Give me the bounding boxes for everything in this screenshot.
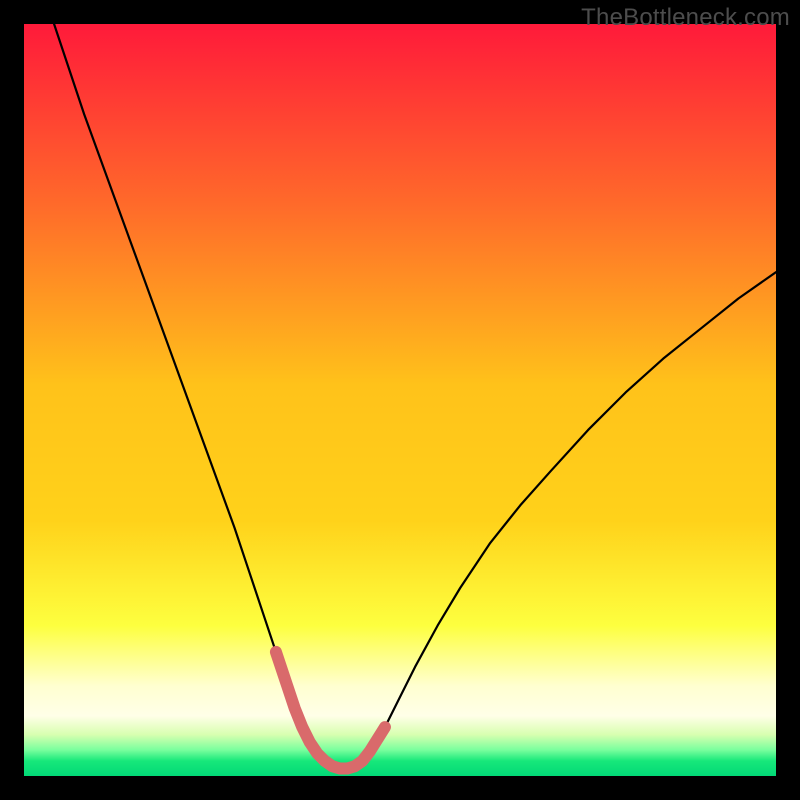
watermark-text: TheBottleneck.com bbox=[581, 4, 790, 32]
chart-background-gradient bbox=[24, 24, 776, 776]
chart-frame bbox=[24, 24, 776, 776]
bottleneck-chart bbox=[24, 24, 776, 776]
